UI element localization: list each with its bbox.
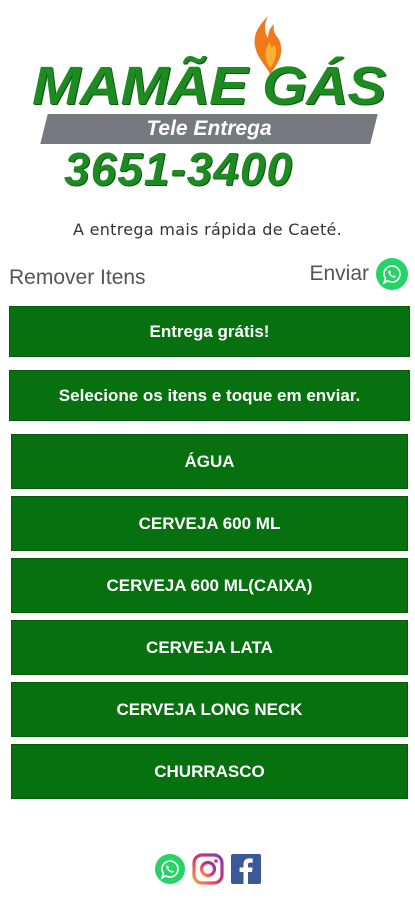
item-button-agua[interactable]: ÁGUA bbox=[11, 434, 408, 489]
instructions-banner: Selecione os itens e toque em enviar. bbox=[9, 370, 410, 421]
send-label: Enviar bbox=[309, 262, 369, 285]
whatsapp-icon bbox=[376, 258, 408, 290]
item-button-cerveja-600ml[interactable]: CERVEJA 600 ML bbox=[11, 496, 408, 551]
item-button-cerveja-long-neck[interactable]: CERVEJA LONG NECK bbox=[11, 682, 408, 737]
item-button-cerveja-lata[interactable]: CERVEJA LATA bbox=[11, 620, 408, 675]
whatsapp-icon[interactable] bbox=[153, 852, 187, 886]
tagline: A entrega mais rápida de Caeté. bbox=[72, 220, 343, 239]
item-button-cerveja-600ml-caixa[interactable]: CERVEJA 600 ML(CAIXA) bbox=[11, 558, 408, 613]
brand-logo: MAMÃE GÁS Tele Entrega 3651-3400 bbox=[28, 14, 388, 194]
item-button-churrasco[interactable]: CHURRASCO bbox=[11, 744, 408, 799]
facebook-icon[interactable] bbox=[229, 852, 263, 886]
logo-title: MAMÃE GÁS bbox=[32, 56, 386, 116]
logo-subtitle: Tele Entrega bbox=[146, 117, 272, 140]
free-delivery-banner: Entrega grátis! bbox=[9, 306, 410, 357]
instagram-icon[interactable] bbox=[191, 852, 225, 886]
logo-phone: 3651-3400 bbox=[64, 143, 293, 195]
remove-items-button[interactable]: Remover Itens bbox=[9, 266, 146, 290]
page: MAMÃE GÁS Tele Entrega 3651-3400 A entre… bbox=[0, 0, 415, 900]
social-links bbox=[0, 852, 415, 886]
send-button[interactable]: Enviar bbox=[309, 256, 409, 292]
